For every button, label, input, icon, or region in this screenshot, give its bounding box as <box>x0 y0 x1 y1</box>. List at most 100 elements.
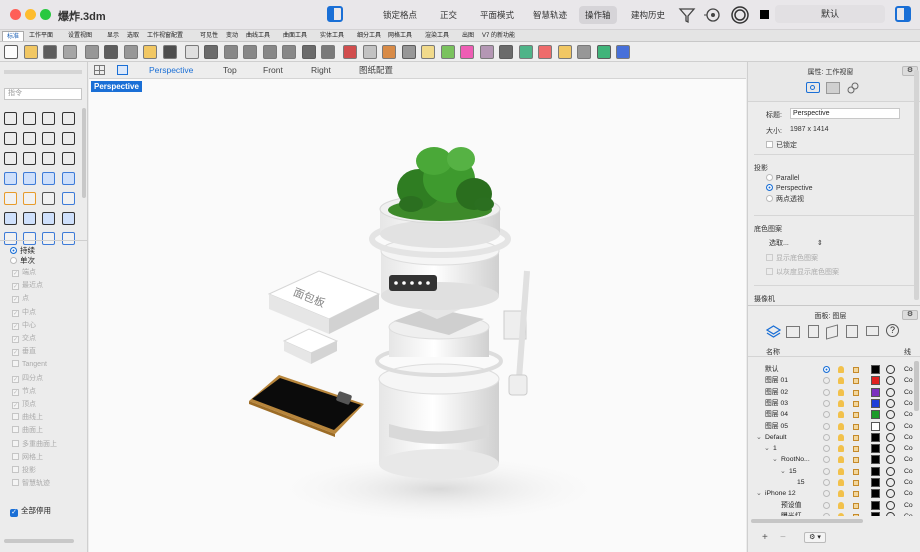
material-circle-icon[interactable] <box>886 500 895 510</box>
layer-row[interactable]: 15 Co <box>748 477 914 488</box>
visibility-bulb-icon[interactable] <box>838 445 844 453</box>
osnap-16[interactable]: 智慧轨迹 <box>12 478 50 489</box>
help-icon[interactable] <box>616 45 630 59</box>
current-layer-indicator[interactable] <box>823 467 830 475</box>
layer-row[interactable]: 曝光灯 Co <box>748 511 914 516</box>
layer-color-swatch[interactable] <box>871 421 880 431</box>
layer-row[interactable]: ⌄ iPhone 12 Co <box>748 488 914 499</box>
minimize-window-button[interactable] <box>25 9 36 20</box>
rotate-icon[interactable] <box>301 45 316 59</box>
toolbar-tab-0[interactable]: 标准 <box>2 31 25 41</box>
add-layer-button[interactable]: + <box>762 532 768 543</box>
viewport-tab-3[interactable]: Right <box>307 64 335 77</box>
layer-row[interactable]: 预设值 Co <box>748 500 914 511</box>
tool-0-2-icon[interactable] <box>42 112 55 125</box>
toolbar-tab-1[interactable]: 工作平面 <box>25 31 57 41</box>
lock-icon[interactable] <box>853 367 859 373</box>
expand-chevron-icon[interactable]: ⌄ <box>756 432 762 443</box>
tool-5-3-icon[interactable] <box>62 212 75 225</box>
toolbar-tab-14[interactable]: 出图 <box>458 31 478 41</box>
copy-icon[interactable] <box>123 45 138 59</box>
visibility-bulb-icon[interactable] <box>838 377 844 385</box>
viewport-tab-0[interactable]: Perspective <box>145 64 197 77</box>
toolbar-tab-4[interactable]: 选取 <box>123 31 143 41</box>
viewport-tab-1[interactable]: Top <box>219 64 241 77</box>
lock-icon[interactable] <box>853 491 859 498</box>
tool-6-1-icon[interactable] <box>23 232 36 245</box>
lock-icon[interactable] <box>853 513 859 516</box>
lock-icon[interactable] <box>853 502 859 509</box>
four-view-icon[interactable] <box>94 65 105 75</box>
projection-perspective[interactable]: Perspective <box>766 184 813 192</box>
lock-icon[interactable] <box>853 400 859 407</box>
remove-layer-button[interactable]: − <box>780 532 786 543</box>
tools-scrollbar[interactable] <box>82 108 86 198</box>
visibility-bulb-icon[interactable] <box>838 456 844 464</box>
tool-1-2-icon[interactable] <box>42 132 55 145</box>
material-circle-icon[interactable] <box>886 376 895 386</box>
osnap-8[interactable]: ✓ 四分点 <box>12 373 43 384</box>
pen-icon[interactable] <box>538 45 552 59</box>
ruler-icon[interactable] <box>362 45 377 59</box>
osnap-once-option[interactable]: 单次 <box>10 255 35 266</box>
tool-6-0-icon[interactable] <box>4 232 17 245</box>
tool-5-2-icon[interactable] <box>42 212 55 225</box>
toggle-sidebar-icon[interactable] <box>327 6 343 22</box>
titlebar-button-1[interactable]: 正交 <box>434 6 463 24</box>
expand-chevron-icon[interactable]: ⌄ <box>780 466 786 477</box>
properties-scrollbar[interactable] <box>914 70 919 300</box>
osnap-5[interactable]: ✓ 交点 <box>12 333 36 344</box>
visibility-bulb-icon[interactable] <box>838 501 844 509</box>
link-icon[interactable] <box>846 81 860 95</box>
layers-h-scrollbar[interactable] <box>751 519 863 523</box>
layer-row[interactable]: 默认 Co <box>748 364 914 375</box>
color-wheel-icon[interactable] <box>460 45 474 59</box>
expand-chevron-icon[interactable]: ⌄ <box>756 488 762 499</box>
zoom-window-button[interactable] <box>40 9 51 20</box>
osnap-2[interactable]: ✓ 点 <box>12 293 29 304</box>
tool-2-3-icon[interactable] <box>62 152 75 165</box>
material-circle-icon[interactable] <box>886 387 895 397</box>
visibility-bulb-icon[interactable] <box>838 512 844 516</box>
viewport-wallpaper-icon[interactable] <box>826 82 840 94</box>
tool-0-0-icon[interactable] <box>4 112 17 125</box>
toggle-right-panel-icon[interactable] <box>895 6 911 22</box>
layer-color-swatch[interactable] <box>871 387 880 397</box>
grasshopper-icon[interactable] <box>596 45 611 59</box>
tool-5-1-icon[interactable] <box>23 212 36 225</box>
pan-icon[interactable] <box>184 45 199 59</box>
wallpaper-select[interactable]: 选取... ⇕ <box>769 238 823 248</box>
tool-1-1-icon[interactable] <box>23 132 36 145</box>
toolbar-tab-8[interactable]: 曲线工具 <box>242 31 274 41</box>
layer-color-swatch[interactable] <box>871 478 880 487</box>
print-icon[interactable] <box>62 45 77 59</box>
tool-6-2-icon[interactable] <box>42 232 55 245</box>
display-icon[interactable] <box>866 326 879 336</box>
sphere-icon[interactable] <box>479 45 494 59</box>
material-circle-icon[interactable] <box>886 489 895 499</box>
visibility-bulb-icon[interactable] <box>838 422 844 430</box>
viewport-camera-icon[interactable] <box>806 82 820 93</box>
titlebar-button-4[interactable]: 操作轴 <box>579 6 617 24</box>
layer-row[interactable]: 图层 04 Co <box>748 409 914 420</box>
layer-color-swatch[interactable] <box>871 455 880 465</box>
zoom-icon[interactable] <box>223 45 238 59</box>
visibility-bulb-icon[interactable] <box>838 399 844 407</box>
show-wallpaper-checkbox[interactable]: 显示底色图案 <box>766 253 818 263</box>
lock-icon[interactable] <box>853 423 859 430</box>
tool-6-3-icon[interactable] <box>62 232 75 245</box>
lock-icon[interactable] <box>853 412 859 419</box>
close-window-button[interactable] <box>10 9 21 20</box>
single-view-icon[interactable] <box>117 65 128 75</box>
osnap-15[interactable]: 投影 <box>12 465 36 476</box>
osnap-13[interactable]: 多重曲面上 <box>12 439 57 450</box>
layer-color-swatch[interactable] <box>871 376 880 386</box>
lock-icon[interactable] <box>853 389 859 396</box>
current-layer-indicator[interactable] <box>823 411 830 419</box>
layer-row[interactable]: 图层 03 Co <box>748 398 914 409</box>
layer-color-swatch[interactable] <box>871 398 880 408</box>
titlebar-button-5[interactable]: 建构历史 <box>625 6 671 24</box>
objects-icon[interactable] <box>786 326 800 338</box>
toolbar-tab-3[interactable]: 显示 <box>103 31 123 41</box>
current-layer-select[interactable]: 默认 <box>775 5 885 23</box>
